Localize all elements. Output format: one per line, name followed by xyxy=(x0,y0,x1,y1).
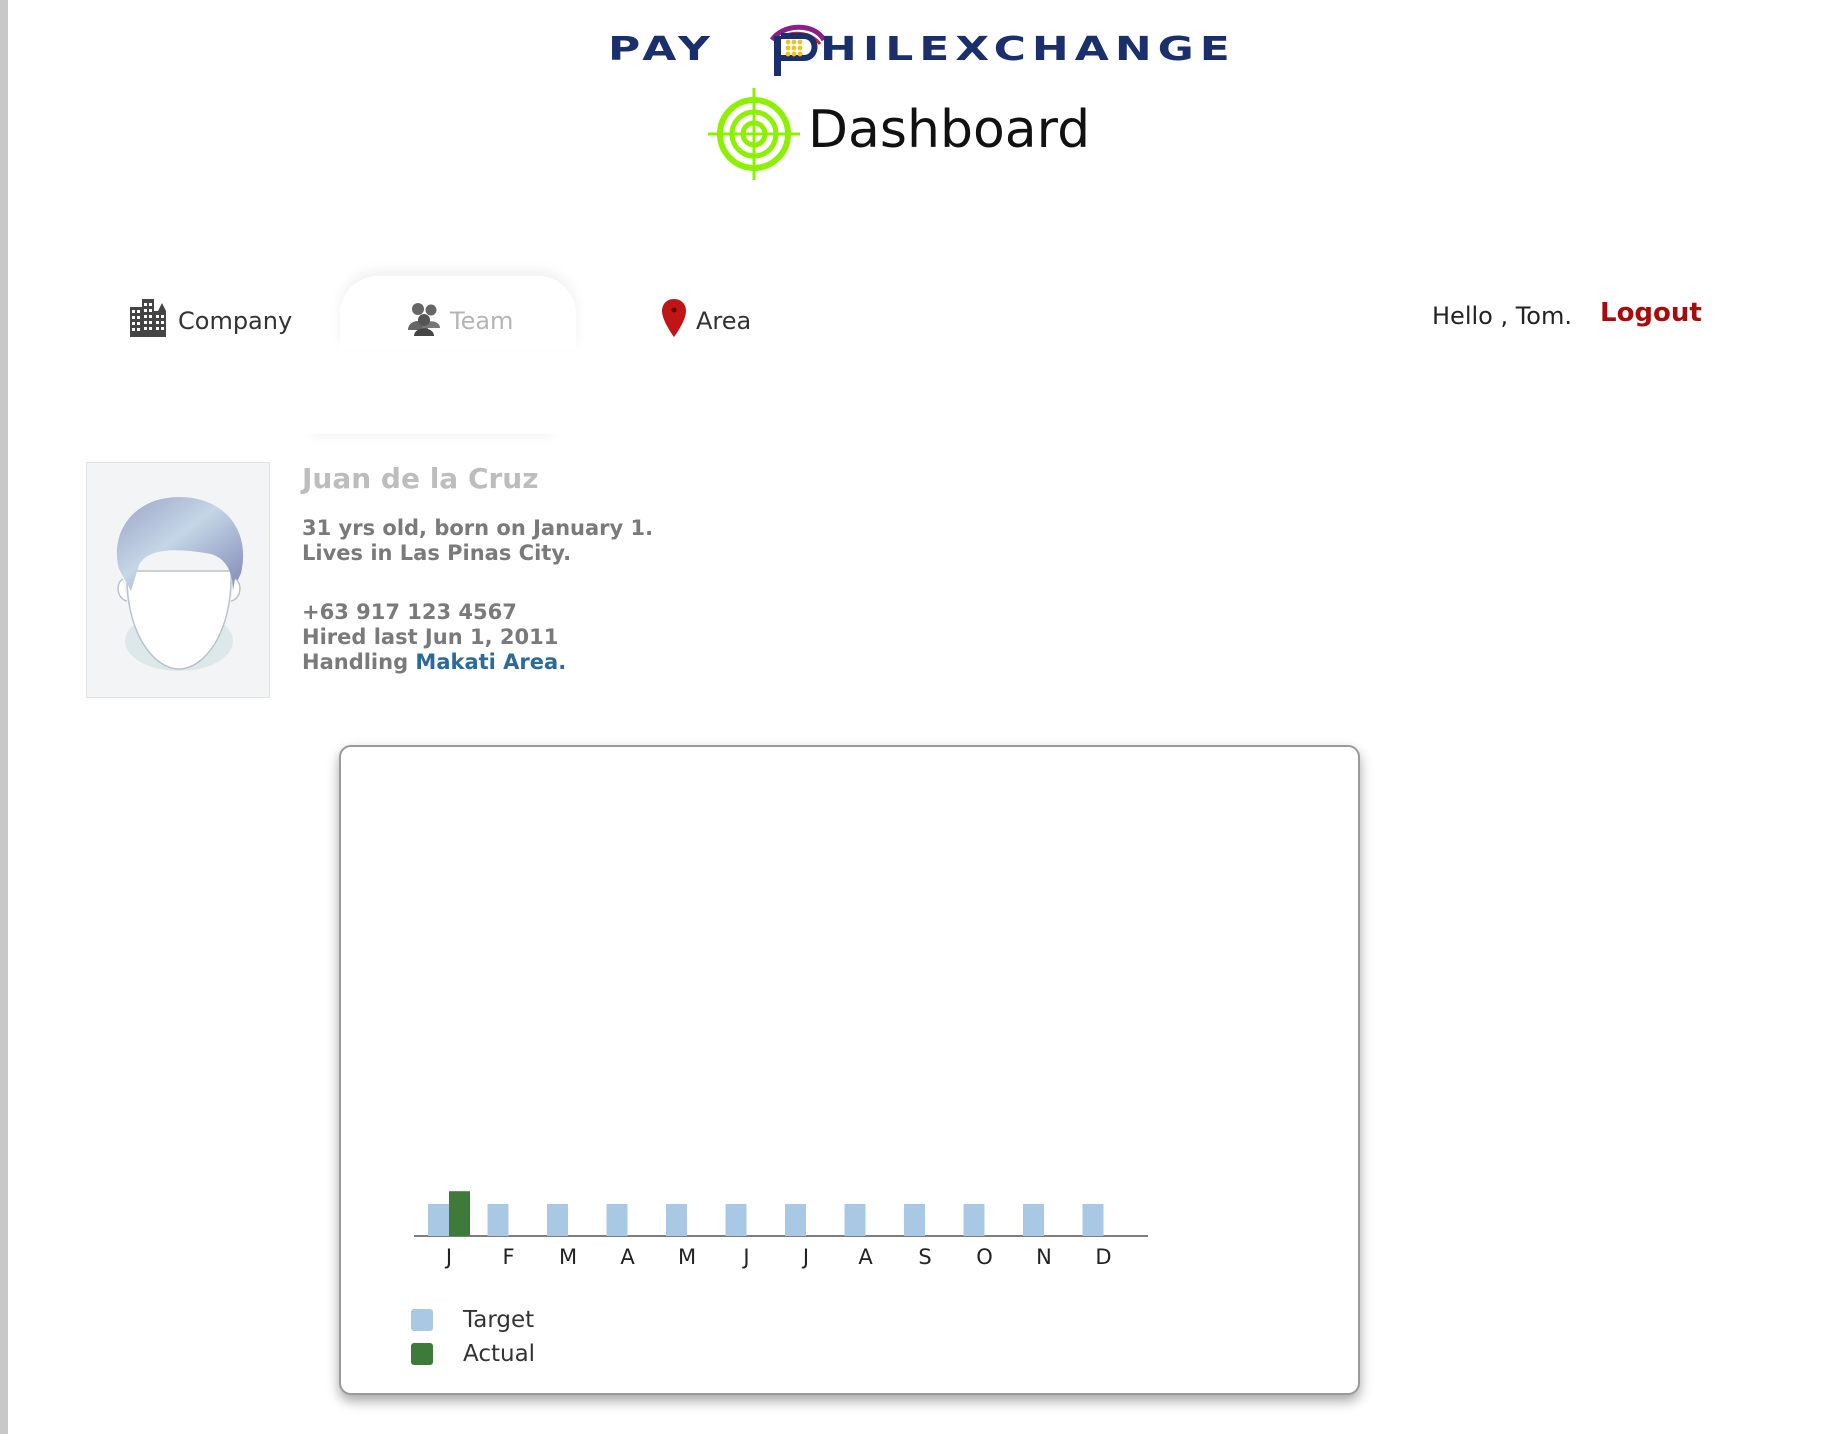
profile-phone: +63 917 123 4567 xyxy=(302,600,517,624)
legend-item-actual: Actual xyxy=(411,1337,535,1371)
bar-target-9 xyxy=(963,1203,985,1236)
nav-area[interactable]: Area xyxy=(660,298,751,344)
x-tick-label-6: J xyxy=(801,1245,809,1269)
nav-team-label: Team xyxy=(450,307,514,335)
x-tick-label-3: A xyxy=(620,1245,635,1269)
bar-chart: JFMAMJJASOND xyxy=(414,1191,1148,1269)
bar-target-6 xyxy=(785,1203,806,1236)
window-edge xyxy=(0,0,8,1434)
buildings-icon xyxy=(128,297,170,345)
team-tab-panel xyxy=(302,346,562,434)
bar-target-3 xyxy=(606,1203,628,1236)
bar-target-7 xyxy=(844,1203,866,1236)
x-tick-label-9: O xyxy=(976,1245,993,1269)
bar-target-10 xyxy=(1023,1203,1044,1236)
nav-area-label: Area xyxy=(696,307,752,335)
brand-logo: PAY HILEXCHANGE xyxy=(600,20,1260,80)
x-tick-label-1: F xyxy=(502,1245,514,1269)
target-icon xyxy=(708,88,800,180)
x-tick-label-0: J xyxy=(444,1245,452,1269)
page-title: Dashboard xyxy=(808,100,1091,160)
legend-label-target: Target xyxy=(463,1307,535,1333)
x-tick-label-11: D xyxy=(1095,1245,1111,1269)
profile-age: 31 yrs old, born on January 1. xyxy=(302,516,654,540)
chart-legend: Target Actual xyxy=(411,1303,535,1371)
x-tick-label-7: A xyxy=(858,1245,873,1269)
nav-team[interactable]: Team xyxy=(406,298,513,344)
legend-label-actual: Actual xyxy=(463,1341,536,1367)
avatar-placeholder-icon xyxy=(116,497,244,671)
avatar xyxy=(86,462,270,698)
x-tick-label-5: J xyxy=(741,1245,749,1269)
profile-name: Juan de la Cruz xyxy=(302,462,539,495)
chart-card: J F M A M J J A S O N D Target Actual xyxy=(339,745,1360,1395)
legend-swatch-target xyxy=(411,1309,433,1331)
x-tick-label-8: S xyxy=(918,1245,931,1269)
bar-target-4 xyxy=(666,1203,687,1236)
handling-area-link[interactable]: Makati Area. xyxy=(415,650,566,674)
bar-target-0 xyxy=(428,1203,449,1236)
bar-actual-0 xyxy=(449,1191,470,1236)
people-icon xyxy=(406,300,442,342)
brand-text-pay: PAY xyxy=(608,30,716,69)
profile-handling: Handling Makati Area. xyxy=(302,650,566,674)
x-tick-label-2: M xyxy=(559,1245,577,1269)
brand-p-mark-icon xyxy=(769,24,827,76)
bar-target-11 xyxy=(1082,1203,1104,1236)
profile-hired: Hired last Jun 1, 2011 xyxy=(302,625,559,649)
page: PAY HILEXCHANGE Dashboard Company Team A… xyxy=(0,0,1844,1434)
nav-company[interactable]: Company xyxy=(128,298,292,344)
bar-target-1 xyxy=(487,1203,509,1236)
legend-item-target: Target xyxy=(411,1303,535,1337)
profile-location: Lives in Las Pinas City. xyxy=(302,541,572,565)
bar-target-2 xyxy=(547,1203,568,1236)
dashboard-header: Dashboard xyxy=(706,86,1126,182)
bar-target-8 xyxy=(904,1203,925,1236)
profile-handling-prefix: Handling xyxy=(302,650,416,674)
bar-target-5 xyxy=(725,1203,747,1236)
x-tick-label-4: M xyxy=(678,1245,696,1269)
logout-link[interactable]: Logout xyxy=(1600,298,1702,328)
brand-text-rest: HILEXCHANGE xyxy=(820,30,1236,69)
map-pin-icon xyxy=(660,297,688,345)
user-greeting: Hello , Tom. xyxy=(1432,302,1572,330)
nav-company-label: Company xyxy=(178,307,293,335)
x-tick-label-10: N xyxy=(1036,1245,1052,1269)
legend-swatch-actual xyxy=(411,1343,433,1365)
